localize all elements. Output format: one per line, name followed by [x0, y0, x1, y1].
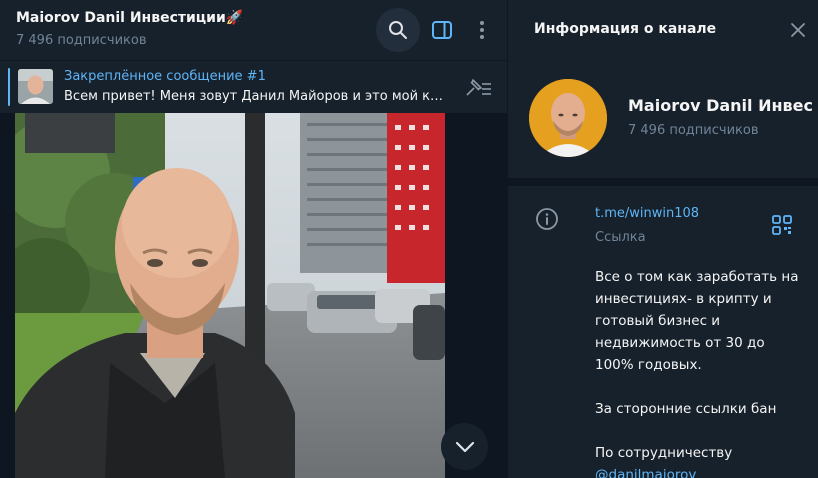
chat-area: Maiorov Danil Инвестиции🚀 7 496 подписчи… [0, 0, 507, 478]
message-photo[interactable] [15, 113, 445, 478]
pinned-message-title: Закреплённое сообщение #1 [64, 69, 266, 84]
close-icon [791, 23, 805, 37]
chat-subscriber-count: 7 496 подписчиков [16, 33, 147, 48]
qr-code-icon[interactable] [771, 214, 793, 236]
search-icon [389, 21, 407, 39]
chat-header[interactable]: Maiorov Danil Инвестиции🚀 7 496 подписчи… [0, 0, 507, 60]
info-panel-title: Информация о канале [534, 21, 717, 37]
pinned-message-bar[interactable]: Закреплённое сообщение #1 Всем привет! М… [0, 60, 507, 113]
more-options-button[interactable] [460, 8, 504, 52]
close-info-panel-button[interactable] [786, 18, 810, 42]
channel-link-label: Ссылка [595, 230, 646, 245]
more-vertical-icon [480, 21, 484, 39]
channel-description: Все о том как заработать на инвестициях-… [595, 266, 805, 478]
section-divider [508, 178, 818, 186]
search-button[interactable] [376, 8, 420, 52]
chat-title[interactable]: Maiorov Danil Инвестиции🚀 [16, 10, 243, 26]
channel-avatar[interactable] [529, 79, 607, 157]
description-paragraph: За сторонние ссылки бан [595, 401, 777, 417]
mention-link[interactable]: @danilmaiorov [595, 464, 805, 478]
info-icon [536, 208, 558, 230]
unpin-icon [466, 79, 491, 96]
sidebar-toggle-icon [432, 21, 452, 39]
pinned-accent-bar [8, 68, 10, 106]
channel-info-panel: Информация о канале Maiorov Danil Инвест… [507, 0, 818, 478]
scroll-to-bottom-button[interactable] [441, 423, 488, 470]
description-paragraph: По сотрудничеству [595, 445, 733, 461]
channel-name: Maiorov Danil Инвестиции🚀 [628, 96, 813, 115]
channel-link[interactable]: t.me/winwin108 [595, 206, 699, 221]
toggle-info-panel-button[interactable] [420, 8, 464, 52]
pinned-message-thumbnail [18, 69, 53, 104]
chevron-down-icon [455, 441, 474, 452]
unpin-button[interactable] [462, 75, 494, 101]
description-paragraph: Все о том как заработать на инвестициях-… [595, 269, 799, 373]
channel-subscriber-count: 7 496 подписчиков [628, 123, 759, 138]
pinned-message-text: Всем привет! Меня зовут Данил Майоров и … [64, 89, 444, 104]
